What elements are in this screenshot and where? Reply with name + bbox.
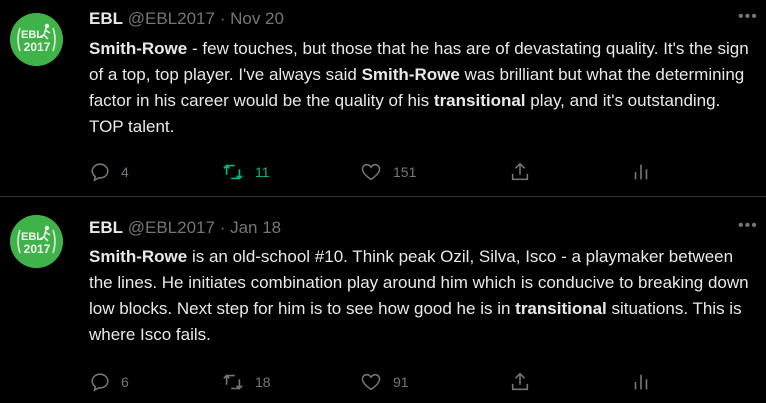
- avatar-logo-icon: EBL 2017: [10, 13, 63, 66]
- tweet-header: EBL @EBL2017 · Jan 18: [89, 217, 281, 239]
- share-button[interactable]: [509, 158, 531, 186]
- analytics-icon: [634, 164, 648, 180]
- tweet-text: Smith-Rowe is an old-school #10. Think p…: [89, 244, 759, 348]
- avatar-text-bottom: 2017: [24, 40, 51, 54]
- reply-button[interactable]: 4: [89, 158, 129, 186]
- retweet-icon: [223, 164, 243, 180]
- like-count: 151: [393, 164, 417, 180]
- like-count: 91: [393, 374, 409, 390]
- tweet[interactable]: EBL 2017 EBL @EBL2017 · Nov 20 ••• Smith…: [0, 0, 766, 196]
- tweet-text-segment: Smith-Rowe: [361, 65, 460, 84]
- reply-count: 4: [121, 164, 129, 180]
- action-bar: 4 11 151: [89, 158, 669, 186]
- heart-icon: [361, 163, 381, 181]
- retweet-button[interactable]: 18: [221, 368, 271, 396]
- tweet-text-segment: transitional: [433, 91, 526, 110]
- tweet-text: Smith-Rowe - few touches, but those that…: [89, 36, 759, 140]
- analytics-icon: [634, 374, 648, 390]
- separator: ·: [219, 9, 226, 28]
- author-handle[interactable]: @EBL2017: [128, 9, 215, 28]
- reply-button[interactable]: 6: [89, 368, 129, 396]
- avatar-logo-icon: EBL 2017: [10, 215, 63, 268]
- share-icon: [511, 162, 529, 181]
- tweet-text-segment: Smith-Rowe: [89, 247, 188, 266]
- reply-icon: [91, 163, 109, 182]
- author-handle[interactable]: @EBL2017: [128, 218, 215, 237]
- like-button[interactable]: 151: [359, 158, 416, 186]
- retweet-count: 11: [255, 164, 270, 180]
- tweet[interactable]: EBL 2017 EBL @EBL2017 · Jan 18 ••• Smith…: [0, 197, 766, 403]
- reply-count: 6: [121, 374, 129, 390]
- avatar-text-bottom: 2017: [24, 242, 51, 256]
- avatar[interactable]: EBL 2017: [10, 13, 63, 66]
- share-button[interactable]: [509, 368, 531, 396]
- like-button[interactable]: 91: [359, 368, 409, 396]
- analytics-button[interactable]: [631, 158, 651, 186]
- separator: ·: [219, 218, 226, 237]
- tweet-header: EBL @EBL2017 · Nov 20: [89, 8, 284, 30]
- retweet-button[interactable]: 11: [221, 158, 270, 186]
- avatar[interactable]: EBL 2017: [10, 215, 63, 268]
- tweet-date[interactable]: Nov 20: [230, 9, 284, 28]
- retweet-icon: [223, 374, 243, 390]
- action-bar: 6 18 91: [89, 368, 669, 396]
- analytics-button[interactable]: [631, 368, 651, 396]
- more-options-icon[interactable]: •••: [738, 8, 760, 28]
- tweet-text-segment: Smith-Rowe: [89, 39, 188, 58]
- heart-icon: [361, 373, 381, 391]
- retweet-count: 18: [255, 374, 271, 390]
- author-name[interactable]: EBL: [89, 9, 123, 28]
- tweet-text-segment: transitional: [515, 299, 607, 318]
- reply-icon: [91, 373, 109, 392]
- tweet-date[interactable]: Jan 18: [230, 218, 281, 237]
- author-name[interactable]: EBL: [89, 218, 123, 237]
- share-icon: [511, 372, 529, 391]
- more-options-icon[interactable]: •••: [738, 217, 760, 237]
